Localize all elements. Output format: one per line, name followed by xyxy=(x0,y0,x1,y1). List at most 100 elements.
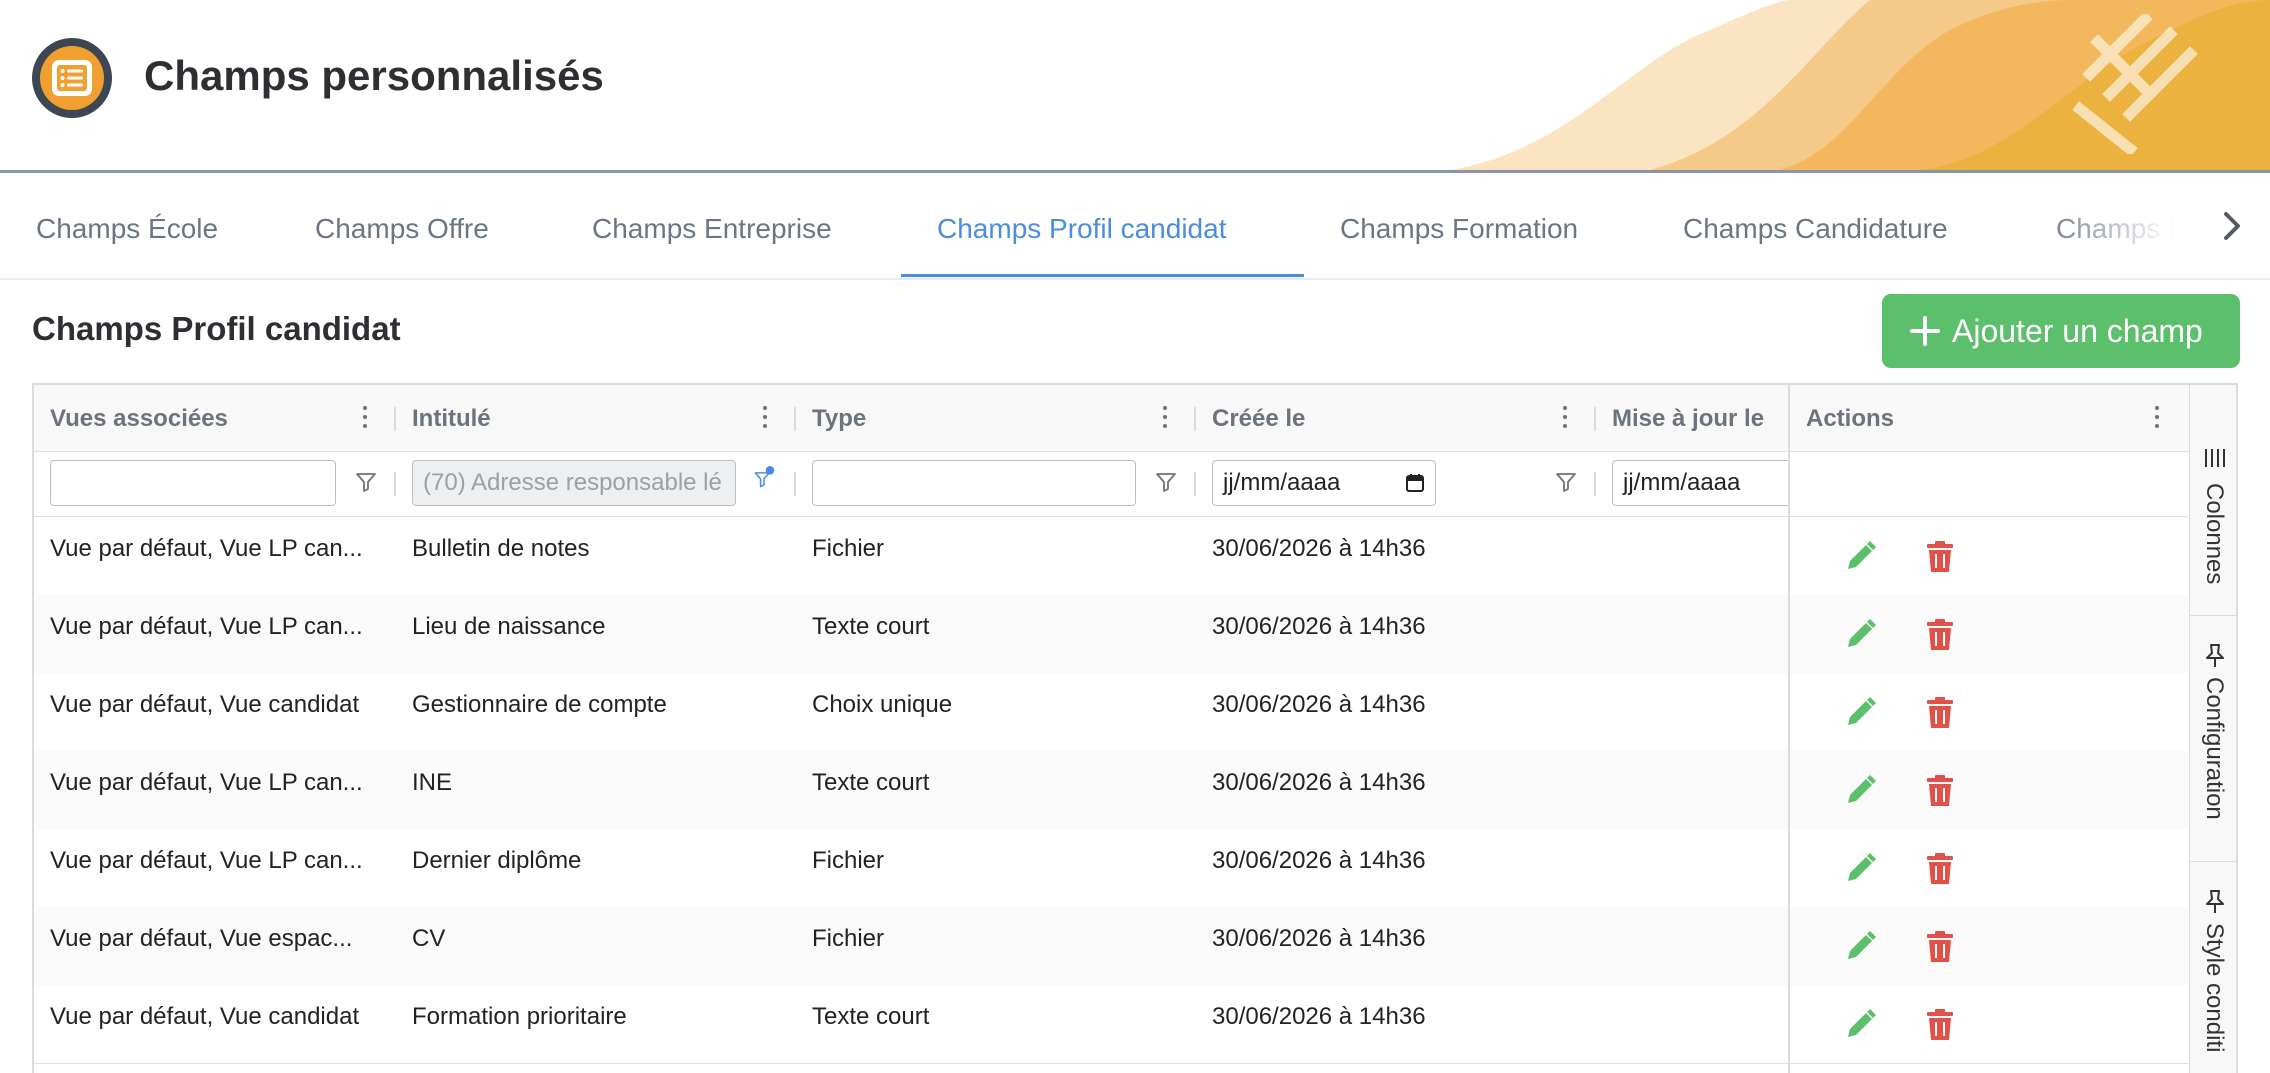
filter-separator xyxy=(1594,472,1596,496)
cell-intitule: Bulletin de notes xyxy=(412,535,590,562)
cell-vues: Vue par défaut, Vue candidat xyxy=(50,1003,360,1030)
column-label: Créée le xyxy=(1212,405,1306,432)
filter-icon[interactable] xyxy=(354,470,378,494)
column-menu-icon[interactable] xyxy=(1160,405,1170,431)
cell-creee-le: 30/06/2026 à 14h36 xyxy=(1212,847,1426,874)
tab-champs-profil-candidat[interactable]: Champs Profil candidat xyxy=(937,176,1226,278)
filter-date-creee-le[interactable]: jj/mm/aaaa xyxy=(1212,460,1436,506)
column-header-actions[interactable]: Actions xyxy=(1790,385,2189,451)
tab-champs-formation[interactable]: Champs Formation xyxy=(1340,176,1578,278)
side-tab-label: Style conditi xyxy=(2201,923,2228,1053)
column-label: Vues associées xyxy=(50,405,228,432)
column-header-creee-le[interactable]: Créée le xyxy=(1196,385,1596,451)
column-menu-icon[interactable] xyxy=(2152,405,2162,431)
page-title: Champs personnalisés xyxy=(144,52,604,99)
filter-input-vues[interactable] xyxy=(50,460,336,506)
column-menu-icon[interactable] xyxy=(360,405,370,431)
table-row[interactable]: Vue par défaut, Vue LP can... Lieu de na… xyxy=(34,595,2236,674)
grid-body: Vue par défaut, Vue LP can... Bulletin d… xyxy=(34,517,2236,1073)
plus-icon xyxy=(1910,316,1940,346)
side-tab-configuration[interactable]: Configuration xyxy=(2190,615,2236,862)
table-row[interactable]: Vue par défaut, Vue espac... CV Fichier … xyxy=(34,907,2236,986)
list-icon xyxy=(32,38,112,118)
table-row[interactable]: Vue par défaut, Vue candidat Gestionnair… xyxy=(34,673,2236,752)
side-tool-panel: Colonnes Configuration Style conditi xyxy=(2189,385,2236,1073)
pencil-icon[interactable] xyxy=(1840,537,1880,577)
cell-type: Fichier xyxy=(812,535,885,562)
cell-vues: Vue par défaut, Vue espac... xyxy=(50,925,353,952)
cell-vues: Vue par défaut, Vue LP can... xyxy=(50,847,363,874)
cell-vues: Vue par défaut, Vue LP can... xyxy=(50,535,363,562)
active-tab-indicator xyxy=(901,274,1304,277)
add-field-button[interactable]: Ajouter un champ xyxy=(1882,294,2240,368)
filter-date-mise-a-jour[interactable]: jj/mm/aaaa xyxy=(1612,460,1788,506)
calendar-icon[interactable] xyxy=(1405,473,1425,493)
trash-icon[interactable] xyxy=(1920,693,1960,733)
table-row[interactable]: Vue par défaut, Vue LP can... Dernier di… xyxy=(34,829,2236,908)
app-header: Champs personnalisés xyxy=(0,0,2270,173)
filter-input-type[interactable] xyxy=(812,460,1136,506)
tab-bar: Champs École Champs Offre Champs Entrepr… xyxy=(0,176,2270,280)
trash-icon[interactable] xyxy=(1920,927,1960,967)
filter-icon[interactable] xyxy=(1154,470,1178,494)
column-label: Mise à jour le xyxy=(1612,405,1765,432)
column-menu-icon[interactable] xyxy=(1560,405,1570,431)
column-header-intitule[interactable]: Intitulé xyxy=(396,385,796,451)
pencil-icon[interactable] xyxy=(1840,849,1880,889)
column-menu-icon[interactable] xyxy=(760,405,770,431)
tab-champs-offre[interactable]: Champs Offre xyxy=(315,176,489,278)
side-tab-colonnes[interactable]: Colonnes xyxy=(2190,385,2236,616)
column-label: Actions xyxy=(1806,405,1895,432)
chevron-right-icon[interactable] xyxy=(2212,206,2252,246)
cell-creee-le: 30/06/2026 à 14h36 xyxy=(1212,769,1426,796)
cell-type: Fichier xyxy=(812,847,885,874)
pencil-icon[interactable] xyxy=(1840,927,1880,967)
cell-type: Texte court xyxy=(812,613,930,640)
filter-icon[interactable] xyxy=(1554,470,1578,494)
column-header-type[interactable]: Type xyxy=(796,385,1196,451)
trash-icon[interactable] xyxy=(1920,537,1960,577)
cell-intitule: Gestionnaire de compte xyxy=(412,691,667,718)
tab-champs-candidature[interactable]: Champs Candidature xyxy=(1683,176,1948,278)
trash-icon[interactable] xyxy=(1920,1005,1960,1045)
cell-creee-le: 30/06/2026 à 14h36 xyxy=(1212,535,1426,562)
pencil-icon[interactable] xyxy=(1840,693,1880,733)
cell-vues: Vue par défaut, Vue candidat xyxy=(50,691,360,718)
pin-icon xyxy=(2206,890,2224,913)
side-tab-style-conditionnel[interactable]: Style conditi xyxy=(2190,861,2236,1073)
tab-champs-entreprise[interactable]: Champs Entreprise xyxy=(592,176,832,278)
cell-intitule: Dernier diplôme xyxy=(412,847,582,874)
filter-input-intitule[interactable] xyxy=(412,460,736,506)
filter-separator xyxy=(794,472,796,496)
cell-creee-le: 30/06/2026 à 14h36 xyxy=(1212,1003,1426,1030)
columns-icon xyxy=(2205,449,2225,467)
column-header-mise-a-jour[interactable]: Mise à jour le xyxy=(1596,385,1788,451)
filter-separator xyxy=(1194,472,1196,496)
cell-intitule: Lieu de naissance xyxy=(412,613,606,640)
cell-creee-le: 30/06/2026 à 14h36 xyxy=(1212,925,1426,952)
filter-row: jj/mm/aaaa jj/mm/aaaa xyxy=(34,452,2236,517)
pencil-icon[interactable] xyxy=(1840,1005,1880,1045)
cell-type: Texte court xyxy=(812,1003,930,1030)
table-row[interactable]: Vue par défaut, Vue LP can... Bulletin d… xyxy=(34,517,2236,596)
tab-champs-u[interactable]: Champs U xyxy=(2056,176,2188,278)
pencil-icon[interactable] xyxy=(1840,615,1880,655)
trash-icon[interactable] xyxy=(1920,771,1960,811)
pencil-icon[interactable] xyxy=(1840,771,1880,811)
table-row[interactable]: Vue par défaut, Vue candidat Formation p… xyxy=(34,985,2236,1064)
cell-intitule: CV xyxy=(412,925,446,952)
side-tab-label: Colonnes xyxy=(2201,483,2228,585)
cell-type: Fichier xyxy=(812,925,885,952)
trash-icon[interactable] xyxy=(1920,615,1960,655)
add-field-label: Ajouter un champ xyxy=(1952,313,2203,349)
column-header-vues[interactable]: Vues associées xyxy=(34,385,396,451)
column-label: Type xyxy=(812,405,867,432)
cell-type: Texte court xyxy=(812,769,930,796)
filter-separator xyxy=(394,472,396,496)
brand-logo-icon xyxy=(2072,14,2198,154)
filter-active-icon[interactable] xyxy=(752,466,776,490)
trash-icon[interactable] xyxy=(1920,849,1960,889)
pin-icon xyxy=(2206,644,2224,667)
table-row[interactable]: Vue par défaut, Vue LP can... INE Texte … xyxy=(34,751,2236,830)
tab-champs-ecole[interactable]: Champs École xyxy=(36,176,218,278)
